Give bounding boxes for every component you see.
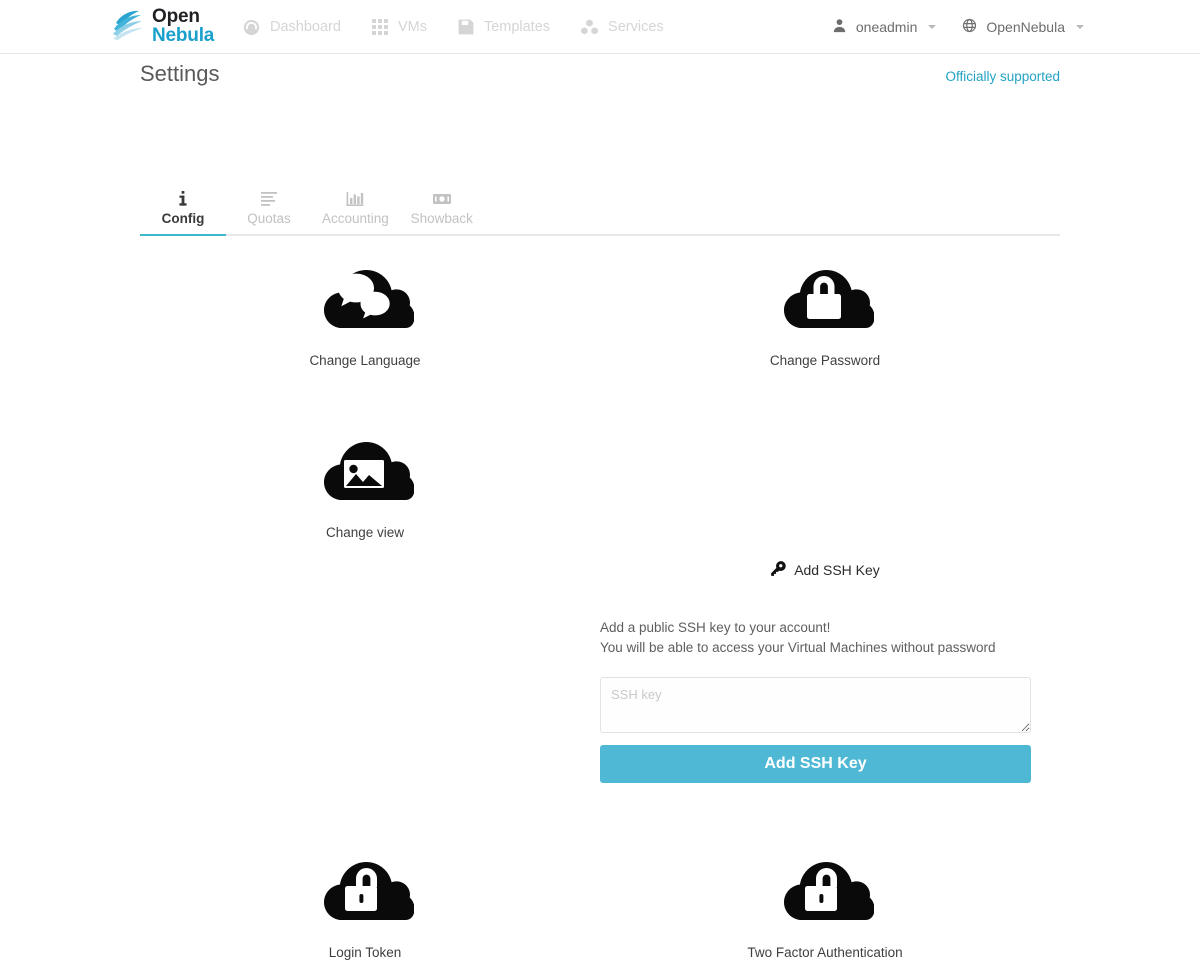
key-icon xyxy=(770,560,787,580)
nav-label-templates: Templates xyxy=(483,19,551,35)
bar-chart-icon xyxy=(322,190,389,208)
user-name-label: oneadmin xyxy=(855,19,918,35)
tab-config[interactable]: Config xyxy=(140,190,226,236)
nav-item-services[interactable]: Services xyxy=(578,14,666,40)
tab-quotas[interactable]: Quotas xyxy=(226,190,312,234)
user-menu-button[interactable]: oneadmin xyxy=(832,18,937,36)
group-name-label: OpenNebula xyxy=(986,19,1065,35)
cloud-open-padlock-icon xyxy=(747,842,902,935)
globe-icon xyxy=(962,18,977,36)
user-zone: oneadmin OpenNebula xyxy=(832,0,1084,54)
opennebula-cloud-swoosh-logo-icon xyxy=(112,10,148,44)
chevron-down-icon xyxy=(928,25,937,29)
cell-two-factor-auth: Two Factor Authentication xyxy=(600,842,1050,962)
change-language-button[interactable]: Change Language xyxy=(309,250,421,368)
floppy-save-icon xyxy=(457,18,475,36)
page-header-row: Settings Officially supported xyxy=(140,61,1060,87)
tab-label-config: Config xyxy=(161,211,205,226)
change-view-label: Change view xyxy=(325,525,405,540)
nav-label-services: Services xyxy=(608,19,664,35)
change-password-label: Change Password xyxy=(769,353,881,368)
cell-change-language: Change Language xyxy=(140,250,590,370)
group-menu-button[interactable]: OpenNebula xyxy=(962,18,1084,36)
cards-row-2: Change view Add SSH Key Add a public SSH… xyxy=(140,410,1060,783)
tab-showback[interactable]: Showback xyxy=(399,190,485,234)
tab-label-quotas: Quotas xyxy=(247,211,291,226)
two-factor-authentication-label: Two Factor Authentication xyxy=(747,945,903,960)
cloud-open-padlock-icon xyxy=(316,842,415,935)
cards-row-3: Login Token Two Factor Authentication xyxy=(140,646,1060,960)
ssh-description-line-1: Add a public SSH key to your account! xyxy=(600,620,831,635)
tab-label-accounting: Accounting xyxy=(322,211,389,226)
settings-tabs: Config Quotas Accounting Showback xyxy=(140,184,1060,236)
tab-accounting[interactable]: Accounting xyxy=(312,190,399,234)
change-language-label: Change Language xyxy=(309,353,421,368)
brand-line-2: Nebula xyxy=(152,25,215,46)
add-ssh-key-heading: Add SSH Key xyxy=(794,562,880,578)
settings-cards-grid: Change Language Change Password Change v… xyxy=(140,250,1060,960)
cell-login-token: Login Token xyxy=(140,842,590,962)
dashboard-gauge-icon xyxy=(242,18,261,37)
top-navigation-bar: Open Nebula Dashboard VMs Templates Serv… xyxy=(0,0,1200,54)
tab-label-showback: Showback xyxy=(410,211,473,226)
cloud-picture-icon xyxy=(316,422,415,515)
change-view-button[interactable]: Change view xyxy=(316,422,415,540)
change-password-button[interactable]: Change Password xyxy=(770,250,880,368)
nav-item-vms[interactable]: VMs xyxy=(369,14,429,40)
nav-item-templates[interactable]: Templates xyxy=(455,14,552,40)
cubes-cluster-icon xyxy=(580,18,599,36)
login-token-button[interactable]: Login Token xyxy=(316,842,415,960)
cloud-closed-padlock-icon xyxy=(770,250,880,343)
cards-row-1: Change Language Change Password xyxy=(140,250,1060,410)
money-bill-icon xyxy=(409,190,475,208)
list-lines-icon xyxy=(236,190,302,208)
login-token-label: Login Token xyxy=(328,945,402,960)
main-nav: Dashboard VMs Templates Services xyxy=(240,0,666,54)
chevron-down-icon xyxy=(1076,25,1084,29)
info-i-icon xyxy=(150,190,216,208)
officially-supported-link[interactable]: Officially supported xyxy=(945,69,1060,84)
brand-logo[interactable]: Open Nebula xyxy=(112,7,214,47)
cell-change-view: Change view xyxy=(140,422,590,542)
cloud-chat-bubbles-icon xyxy=(309,250,420,343)
page-title: Settings xyxy=(140,61,220,86)
cell-change-password: Change Password xyxy=(600,250,1050,370)
add-ssh-key-toggle[interactable]: Add SSH Key xyxy=(600,560,1050,580)
nav-label-vms: VMs xyxy=(397,19,427,35)
two-factor-authentication-button[interactable]: Two Factor Authentication xyxy=(747,842,903,960)
nav-item-dashboard[interactable]: Dashboard xyxy=(240,14,343,41)
grid-squares-icon xyxy=(371,18,389,36)
person-icon xyxy=(832,18,847,36)
nav-label-dashboard: Dashboard xyxy=(270,19,341,35)
